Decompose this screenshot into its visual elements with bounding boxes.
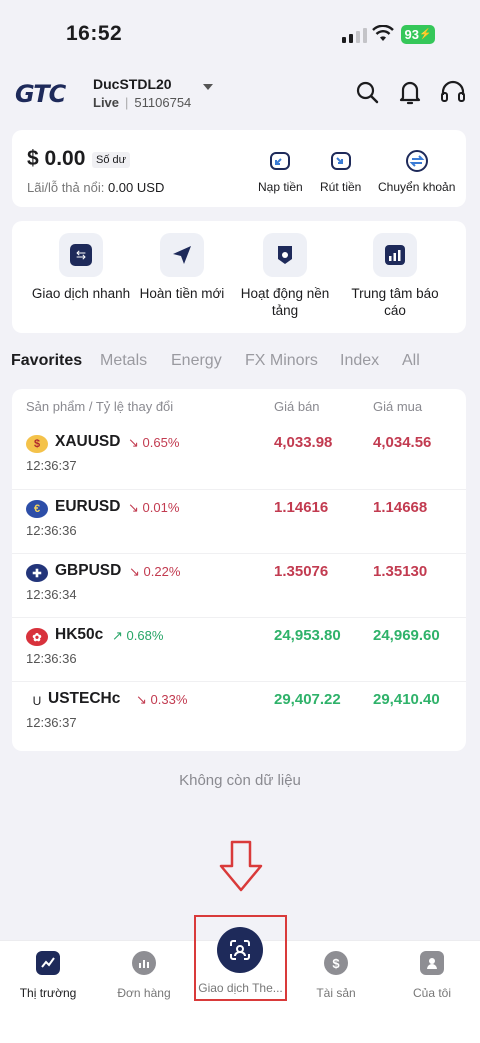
market-row-hk50c[interactable]: ✿ HK50c ↗ 0.68% 12:36:36 24,953.80 24,96… [12,617,466,681]
nav-profile[interactable]: Của tôi [384,951,480,1000]
balance-card: $ 0.00 Số dư Lãi/lỗ thả nổi: 0.00 USD Nạ… [12,130,466,207]
profile-icon [420,951,444,975]
account-id: 51106754 [134,95,192,110]
copy-trade-icon [230,940,250,960]
app-header: GTC DucSTDL20 Live | 51106754 [0,72,480,112]
report-chart-icon [373,233,417,277]
ask-price[interactable]: 1.14668 [373,499,427,516]
arrow-down-icon [219,840,263,892]
nav-assets[interactable]: $ Tài sản [288,951,384,1000]
xauusd-flag-icon: $ [26,435,48,453]
bid-price[interactable]: 1.14616 [274,499,328,516]
battery-icon: 93 ⚡ [401,25,435,44]
tab-energy[interactable]: Energy [171,352,222,370]
chevron-down-icon[interactable] [203,84,213,90]
ask-price[interactable]: 29,410.40 [373,691,440,708]
column-header-product: Sản phẩm / Tỷ lệ thay đổi [26,399,174,414]
bid-price[interactable]: 24,953.80 [274,627,341,644]
market-list: Sản phẩm / Tỷ lệ thay đổi Giá bán Giá mu… [12,389,466,751]
assets-dollar-icon: $ [324,951,348,975]
search-icon[interactable] [353,78,381,106]
column-header-bid: Giá bán [274,399,320,414]
nav-market[interactable]: Thị trường [0,951,96,1000]
gbpusd-flag-icon: ✚ [26,564,48,582]
ask-price[interactable]: 4,034.56 [373,434,431,451]
headset-icon[interactable] [439,78,467,106]
floating-pnl: Lãi/lỗ thả nổi: 0.00 USD [27,180,165,195]
deposit-button[interactable]: Nạp tiền [258,148,303,194]
orders-icon [132,951,156,975]
ask-price[interactable]: 24,969.60 [373,627,440,644]
tab-all[interactable]: All [402,352,420,370]
bid-price[interactable]: 29,407.22 [274,691,341,708]
tab-fx-minors[interactable]: FX Minors [245,352,318,370]
transfer-icon [404,148,430,174]
balance-badge: Số dư [92,152,130,168]
eurusd-flag-icon: € [26,500,48,518]
paper-plane-icon [160,233,204,277]
ustechc-flag-icon: U [32,694,42,708]
status-time: 16:52 [66,22,123,45]
account-name: DucSTDL20 [93,76,172,92]
withdraw-button[interactable]: Rút tiền [320,148,361,194]
deposit-icon [267,148,293,174]
bell-icon[interactable] [396,78,424,106]
status-bar: 16:52 93 ⚡ [0,0,480,72]
transfer-button[interactable]: Chuyển khoản [378,148,455,194]
tab-index[interactable]: Index [340,352,379,370]
ask-price[interactable]: 1.35130 [373,563,427,580]
nav-copy-trade-button[interactable] [217,927,263,973]
tab-favorites[interactable]: Favorites [11,352,82,370]
quick-trade-icon: ⇆ [59,233,103,277]
quick-actions-card: ⇆ Giao dịch nhanh Hoàn tiền mới Hoạt độn… [12,221,466,333]
market-row-eurusd[interactable]: € EURUSD ↘ 0.01% 12:36:36 1.14616 1.1466… [12,489,466,553]
nav-copy-trade-label: Giao dịch The... [198,981,283,995]
withdraw-icon [328,148,354,174]
market-row-ustechc[interactable]: U USTECHc ↘ 0.33% 12:36:37 29,407.22 29,… [12,681,466,745]
bid-price[interactable]: 4,033.98 [274,434,332,451]
shield-badge-icon [263,233,307,277]
account-type: Live [93,95,120,110]
signal-icon [342,27,367,43]
gtc-logo: GTC [15,80,66,108]
account-switcher[interactable]: DucSTDL20 Live | 51106754 [93,76,191,110]
report-center-button[interactable]: Trung tâm báo cáo [340,233,450,319]
bid-price[interactable]: 1.35076 [274,563,328,580]
nav-orders[interactable]: Đơn hàng [96,951,192,1000]
quick-trade-button[interactable]: ⇆ Giao dịch nhanh [26,233,136,302]
hk50c-flag-icon: ✿ [26,628,48,646]
market-row-xauusd[interactable]: $ XAUUSD ↘ 0.65% 12:36:37 4,033.98 4,034… [12,425,466,489]
wifi-icon [372,25,394,41]
market-chart-icon [36,951,60,975]
market-row-gbpusd[interactable]: ✚ GBPUSD ↘ 0.22% 12:36:34 1.35076 1.3513… [12,553,466,617]
column-header-ask: Giá mua [373,399,423,414]
tab-metals[interactable]: Metals [100,352,147,370]
no-more-data-text: Không còn dữ liệu [179,772,301,789]
balance-amount: $ 0.00 [27,147,86,170]
rebate-button[interactable]: Hoàn tiền mới [127,233,237,302]
platform-activities-button[interactable]: Hoạt động nền tảng [230,233,340,319]
